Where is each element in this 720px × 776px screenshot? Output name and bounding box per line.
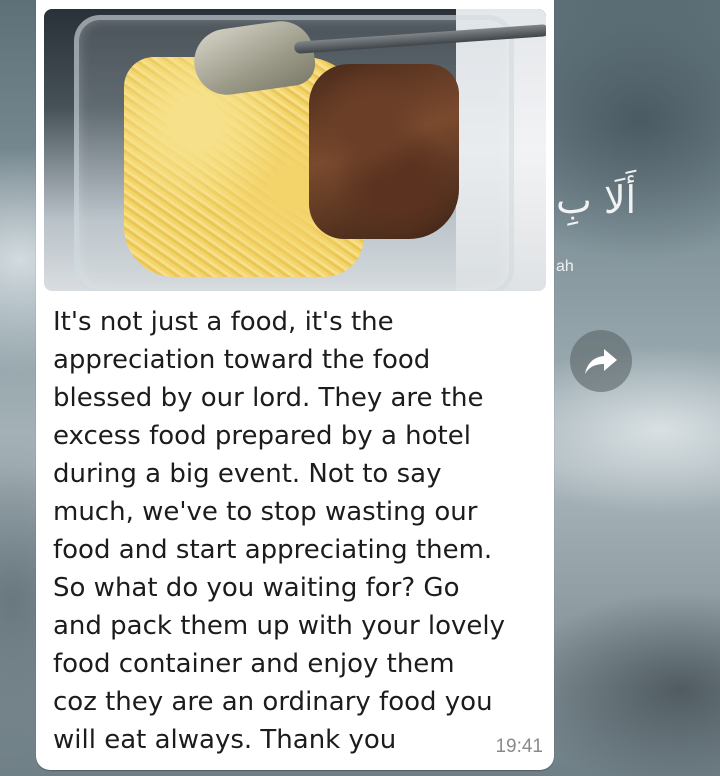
message-line: food container and enjoy them — [53, 649, 455, 679]
message-line: and pack them up with your lovely — [53, 611, 506, 641]
wallpaper-arabic-text: أَلَا بِ — [556, 178, 637, 222]
message-timestamp: 19:41 — [495, 736, 543, 757]
message-line: appreciation toward the food — [53, 345, 431, 375]
photo-meat — [309, 64, 459, 239]
message-text: It's not just a food, it's the appreciat… — [53, 303, 549, 759]
message-line: excess food prepared by a hotel — [53, 421, 471, 451]
wallpaper-small-text: ah — [556, 258, 574, 275]
message-line: much, we've to stop wasting our — [53, 497, 478, 527]
message-line: coz they are an ordinary food you — [53, 687, 493, 717]
forward-arrow-icon — [585, 349, 617, 374]
message-line: during a big event. Not to say — [53, 459, 442, 489]
message-line: It's not just a food, it's the — [53, 307, 394, 337]
message-line: blessed by our lord. They are the — [53, 383, 484, 413]
message-line: So what do you waiting for? Go — [53, 573, 460, 603]
food-photo[interactable] — [44, 9, 546, 291]
forward-button[interactable] — [570, 330, 632, 392]
message-bubble[interactable]: It's not just a food, it's the appreciat… — [36, 0, 554, 770]
message-line: food and start appreciating them. — [53, 535, 493, 565]
message-line: will eat always. Thank you — [53, 725, 397, 755]
